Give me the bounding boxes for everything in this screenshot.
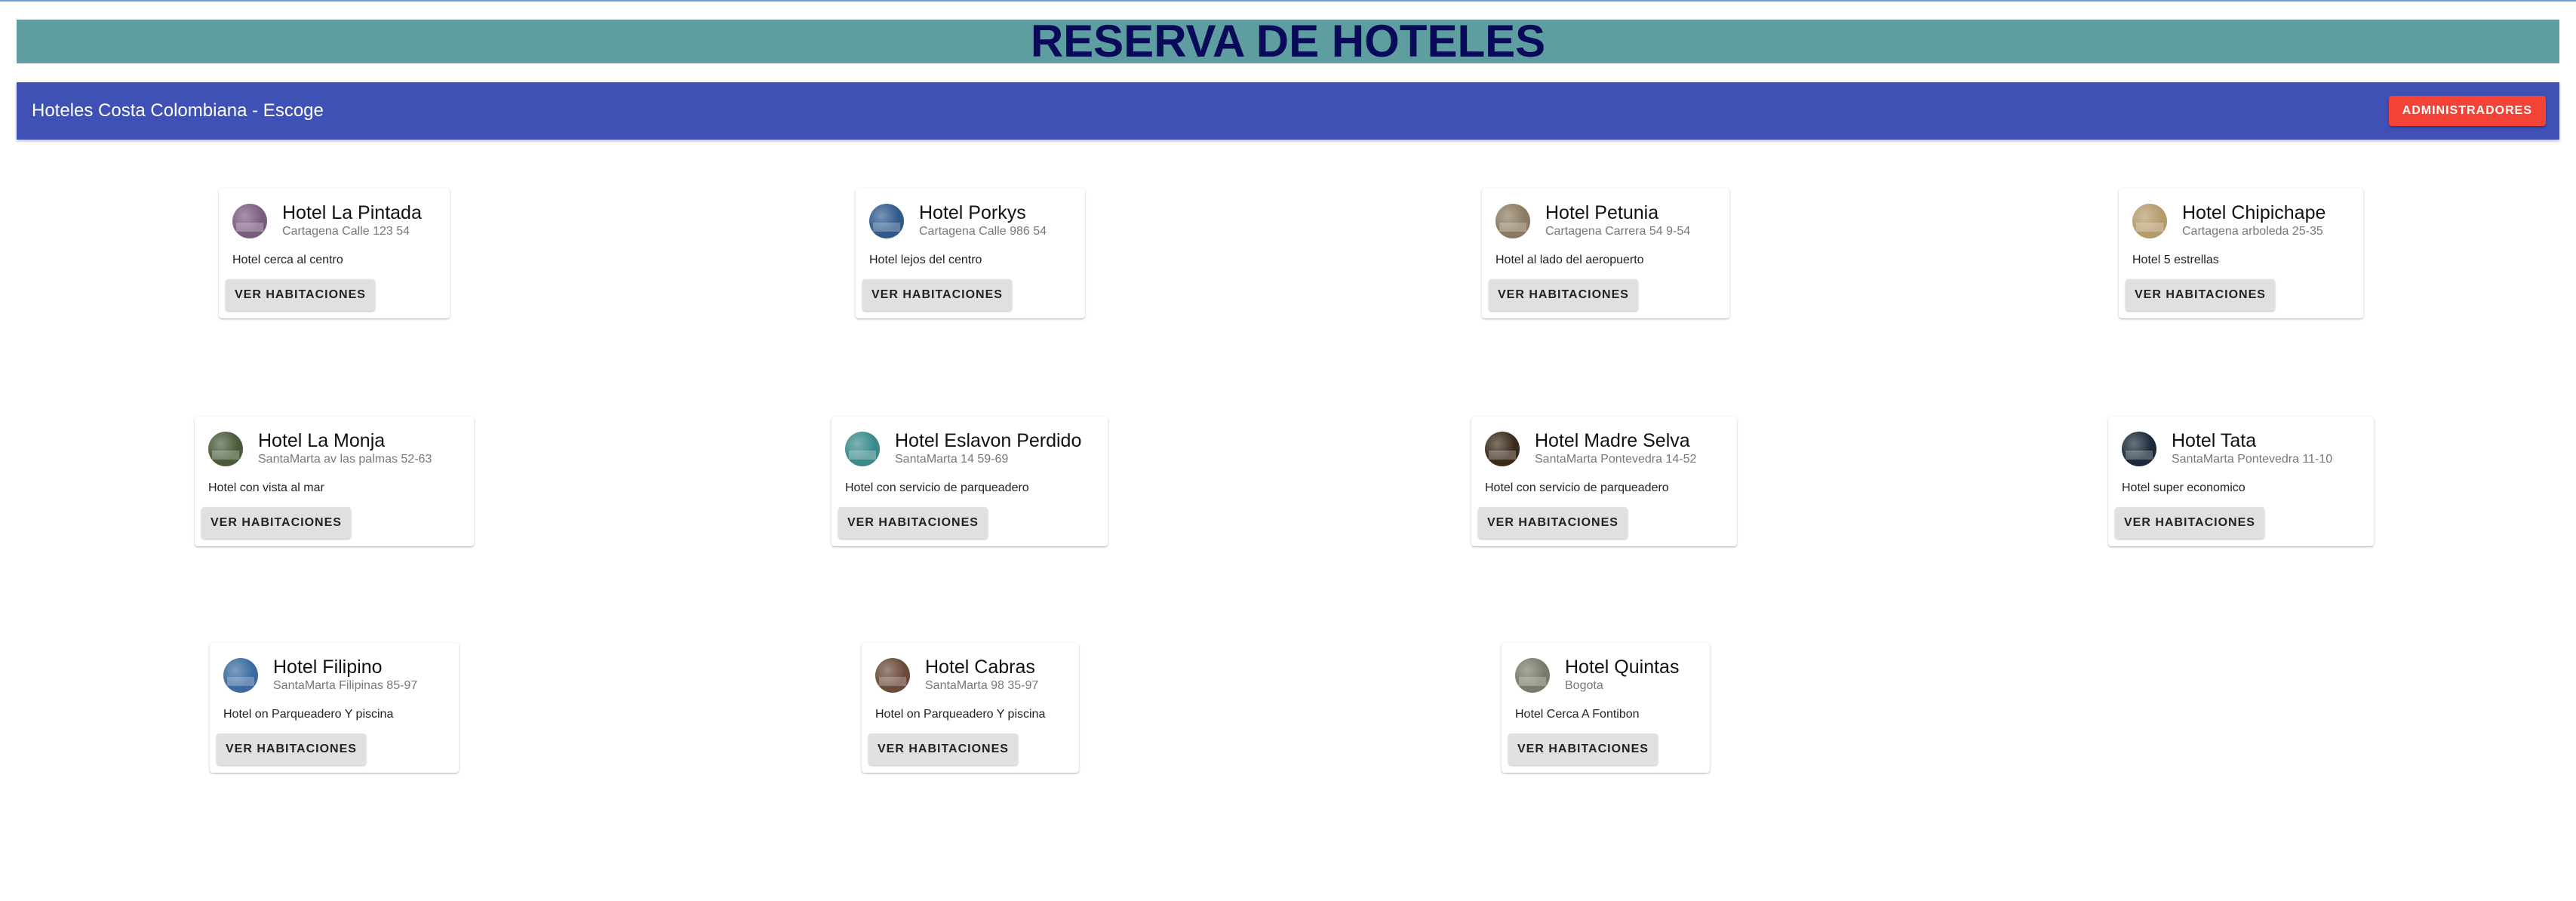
page-header: RESERVA DE HOTELES (17, 16, 2559, 66)
ver-habitaciones-button[interactable]: VER HABITACIONES (2126, 279, 2275, 311)
hotel-card: Hotel Porkys Cartagena Calle 986 54 Hote… (856, 189, 1085, 318)
hotel-address: SantaMarta av las palmas 52-63 (258, 452, 432, 466)
hotel-avatar (232, 203, 267, 238)
hotel-name: Hotel Tata (2172, 430, 2257, 451)
hotel-card: Hotel Madre Selva SantaMarta Pontevedra … (1471, 417, 1737, 546)
ver-habitaciones-button[interactable]: VER HABITACIONES (1508, 733, 1658, 765)
hotel-description: Hotel al lado del aeropuerto (1495, 253, 1644, 266)
hotel-avatar (869, 203, 904, 238)
hotel-avatar (1515, 657, 1550, 693)
top-rule (0, 0, 2576, 2)
hotel-name: Hotel Eslavon Perdido (895, 430, 1082, 451)
hotel-avatar (1485, 431, 1520, 466)
page-title: RESERVA DE HOTELES (1030, 16, 1546, 66)
hotel-description: Hotel con vista al mar (208, 481, 324, 494)
hotel-description: Hotel cerca al centro (232, 253, 343, 266)
hotel-address: Cartagena Calle 123 54 (282, 224, 410, 238)
ver-habitaciones-button[interactable]: VER HABITACIONES (1489, 279, 1638, 311)
hotel-name: Hotel Porkys (919, 202, 1026, 223)
hotel-description: Hotel super economico (2122, 481, 2246, 494)
hotel-address: SantaMarta 14 59-69 (895, 452, 1009, 466)
hotel-address: SantaMarta 98 35-97 (925, 678, 1039, 692)
hotel-address: Cartagena Carrera 54 9-54 (1545, 224, 1691, 238)
hotel-address: SantaMarta Pontevedra 11-10 (2172, 452, 2333, 466)
hotel-card: Hotel Tata SantaMarta Pontevedra 11-10 H… (2108, 417, 2374, 546)
administradores-button[interactable]: ADMINISTRADORES (2388, 96, 2546, 126)
hotel-name: Hotel La Monja (258, 430, 386, 451)
hotel-avatar (223, 657, 258, 693)
hotel-name: Hotel Madre Selva (1535, 430, 1690, 451)
hotel-card: Hotel La Monja SantaMarta av las palmas … (195, 417, 474, 546)
ver-habitaciones-button[interactable]: VER HABITACIONES (1478, 507, 1628, 539)
ver-habitaciones-button[interactable]: VER HABITACIONES (226, 279, 375, 311)
hotel-address: Cartagena Calle 986 54 (919, 224, 1047, 238)
hotel-name: Hotel La Pintada (282, 202, 422, 223)
app-bar: Hoteles Costa Colombiana - Escoge ADMINI… (17, 82, 2559, 140)
ver-habitaciones-button[interactable]: VER HABITACIONES (201, 507, 351, 539)
hotel-card: Hotel Filipino SantaMarta Filipinas 85-9… (210, 643, 459, 773)
hotel-card: Hotel Eslavon Perdido SantaMarta 14 59-6… (832, 417, 1108, 546)
hotel-description: Hotel Cerca A Fontibon (1515, 707, 1640, 721)
hotel-card: Hotel Petunia Cartagena Carrera 54 9-54 … (1482, 189, 1729, 318)
hotel-name: Hotel Cabras (925, 657, 1035, 678)
hotel-description: Hotel con servicio de parqueadero (845, 481, 1029, 494)
hotel-avatar (2122, 431, 2156, 466)
hotel-address: SantaMarta Pontevedra 14-52 (1535, 452, 1697, 466)
hotel-description: Hotel con servicio de parqueadero (1485, 481, 1669, 494)
ver-habitaciones-button[interactable]: VER HABITACIONES (868, 733, 1018, 765)
hotel-card: Hotel Cabras SantaMarta 98 35-97 Hotel o… (862, 643, 1079, 773)
hotel-description: Hotel 5 estrellas (2132, 253, 2219, 266)
app-bar-title: Hoteles Costa Colombiana - Escoge (32, 100, 324, 121)
ver-habitaciones-button[interactable]: VER HABITACIONES (217, 733, 366, 765)
hotel-avatar (208, 431, 243, 466)
hotel-card: Hotel Quintas Bogota Hotel Cerca A Fonti… (1502, 643, 1710, 773)
hotel-description: Hotel on Parqueadero Y piscina (875, 707, 1046, 721)
hotel-card: Hotel La Pintada Cartagena Calle 123 54 … (219, 189, 450, 318)
hotel-description: Hotel on Parqueadero Y piscina (223, 707, 394, 721)
ver-habitaciones-button[interactable]: VER HABITACIONES (838, 507, 988, 539)
hotel-card: Hotel Chipichape Cartagena arboleda 25-3… (2119, 189, 2363, 318)
hotel-avatar (875, 657, 910, 693)
hotel-name: Hotel Petunia (1545, 202, 1659, 223)
hotel-avatar (845, 431, 880, 466)
hotel-avatar (2132, 203, 2167, 238)
hotel-address: Cartagena arboleda 25-35 (2182, 224, 2323, 238)
hotel-name: Hotel Quintas (1565, 657, 1680, 678)
hotel-description: Hotel lejos del centro (869, 253, 982, 266)
hotel-address: Bogota (1565, 678, 1603, 692)
hotel-name: Hotel Chipichape (2182, 202, 2326, 223)
ver-habitaciones-button[interactable]: VER HABITACIONES (862, 279, 1012, 311)
hotel-name: Hotel Filipino (273, 657, 383, 678)
hotel-avatar (1495, 203, 1530, 238)
ver-habitaciones-button[interactable]: VER HABITACIONES (2115, 507, 2264, 539)
hotel-address: SantaMarta Filipinas 85-97 (273, 678, 418, 692)
